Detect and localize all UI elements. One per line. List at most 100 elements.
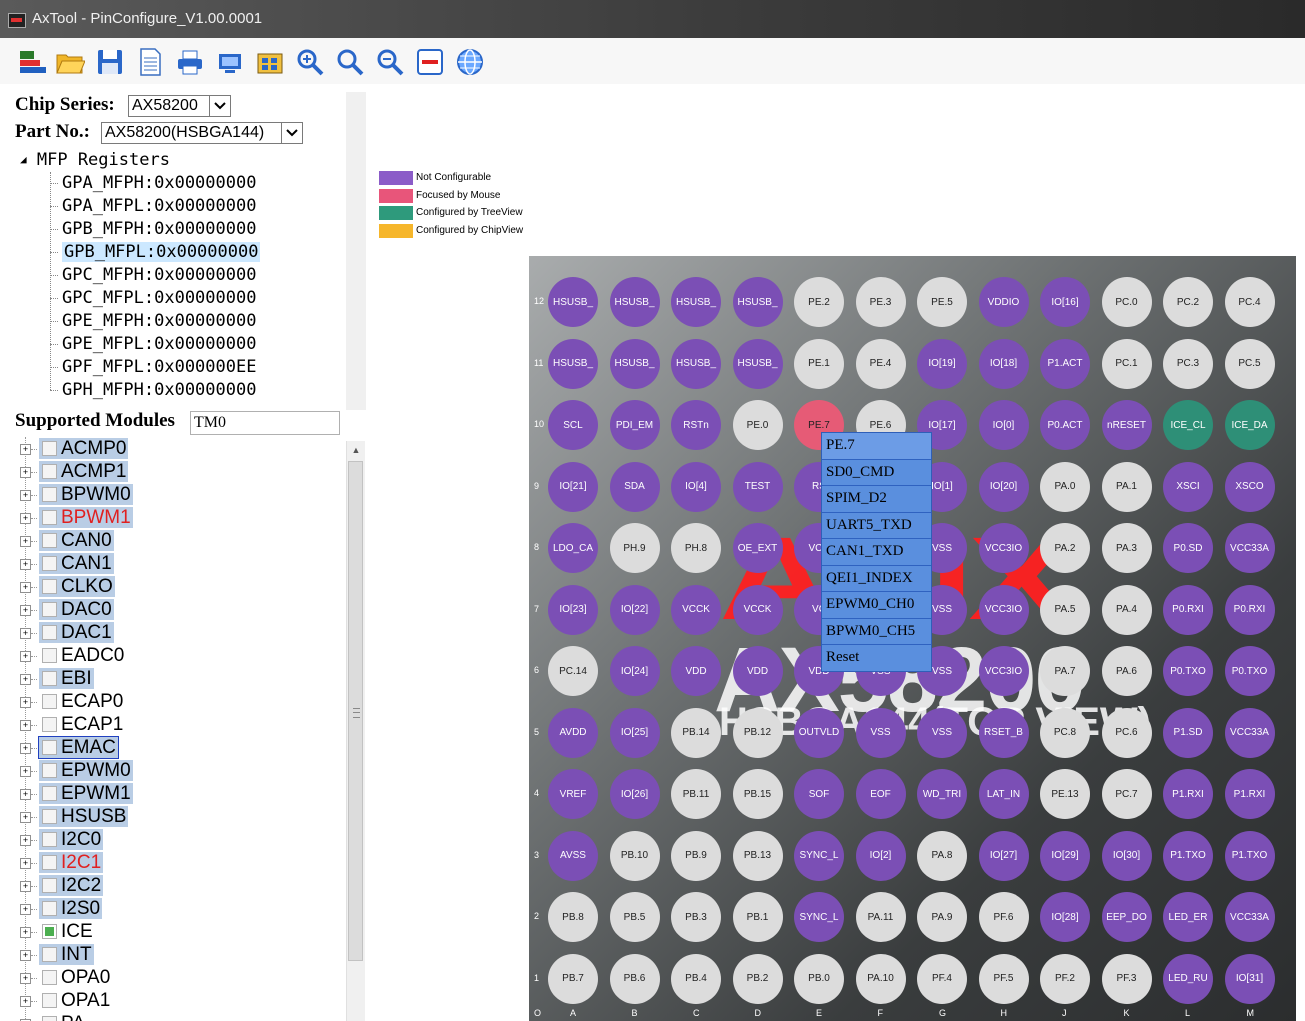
pin-C10[interactable]: RSTn xyxy=(671,400,721,450)
tree-item-register[interactable]: GPF_MFPL:0x000000EE xyxy=(48,356,260,379)
pin-D3[interactable]: PB.13 xyxy=(732,830,783,881)
menu-item-function[interactable]: CAN1_TXD xyxy=(822,539,931,566)
pin-M10[interactable]: ICE_DA xyxy=(1224,400,1275,450)
expand-icon[interactable]: + xyxy=(20,651,31,662)
expand-icon[interactable]: + xyxy=(20,467,31,478)
pin-E4[interactable]: SOF xyxy=(794,769,844,819)
pin-A1[interactable]: PB.7 xyxy=(548,953,598,1004)
pin-F12[interactable]: PE.3 xyxy=(855,277,906,327)
pin-M2[interactable]: VCC33A xyxy=(1224,892,1275,942)
pin-K11[interactable]: PC.1 xyxy=(1101,338,1152,389)
panel-splitter[interactable] xyxy=(346,92,366,410)
module-checkbox[interactable] xyxy=(42,579,57,594)
module-tree-item[interactable]: ICE + xyxy=(0,920,344,943)
pin-A11[interactable]: HSUSB_ xyxy=(548,338,598,389)
pin-B9[interactable]: SDA xyxy=(609,461,660,512)
module-tree-item[interactable]: HSUSB + xyxy=(0,805,344,828)
pin-L3[interactable]: P1.TXO xyxy=(1163,830,1213,881)
module-checkbox[interactable] xyxy=(42,855,57,870)
minus-icon[interactable] xyxy=(414,46,446,78)
module-tree-item[interactable]: CLKO + xyxy=(0,575,344,598)
pin-H4[interactable]: LAT_IN xyxy=(978,769,1029,819)
save-icon[interactable] xyxy=(94,46,126,78)
pin-H1[interactable]: PF.5 xyxy=(978,953,1029,1004)
expand-icon[interactable]: + xyxy=(20,927,31,938)
expand-icon[interactable]: + xyxy=(20,559,31,570)
expand-icon[interactable]: + xyxy=(20,605,31,616)
pin-C6[interactable]: VDD xyxy=(671,646,721,696)
pin-K8[interactable]: PA.3 xyxy=(1101,523,1152,573)
module-scrollbar[interactable]: ▲ xyxy=(346,441,365,1021)
pin-E12[interactable]: PE.2 xyxy=(794,277,844,327)
pin-M12[interactable]: PC.4 xyxy=(1224,277,1275,327)
pin-B10[interactable]: PDI_EM xyxy=(609,400,660,450)
pin-J9[interactable]: PA.0 xyxy=(1040,461,1090,512)
module-filter-input[interactable] xyxy=(190,411,340,435)
expand-icon[interactable]: + xyxy=(20,835,31,846)
pin-H10[interactable]: IO[0] xyxy=(978,400,1029,450)
pin-J6[interactable]: PA.7 xyxy=(1040,646,1090,696)
tree-item-register[interactable]: GPE_MFPH:0x00000000 xyxy=(48,310,260,333)
pin-L1[interactable]: LED_RU xyxy=(1163,953,1213,1004)
expand-icon[interactable]: + xyxy=(20,812,31,823)
chip-icon[interactable] xyxy=(254,46,286,78)
pin-M5[interactable]: VCC33A xyxy=(1224,707,1275,758)
module-tree-item[interactable]: ECAP1 + xyxy=(0,713,344,736)
pin-B5[interactable]: IO[25] xyxy=(609,707,660,758)
expand-icon[interactable]: + xyxy=(20,743,31,754)
pin-M6[interactable]: P0.TXO xyxy=(1224,646,1275,696)
pin-J2[interactable]: IO[28] xyxy=(1040,892,1090,942)
pin-K9[interactable]: PA.1 xyxy=(1101,461,1152,512)
pin-A3[interactable]: AVSS xyxy=(548,830,598,881)
module-tree-item[interactable]: OPA0 + xyxy=(0,966,344,989)
pin-K4[interactable]: PC.7 xyxy=(1101,769,1152,819)
pin-H5[interactable]: RSET_B xyxy=(978,707,1029,758)
pin-E2[interactable]: SYNC_L xyxy=(794,892,844,942)
expand-icon[interactable]: + xyxy=(20,697,31,708)
pin-J5[interactable]: PC.8 xyxy=(1040,707,1090,758)
module-checkbox[interactable] xyxy=(42,832,57,847)
pin-B1[interactable]: PB.6 xyxy=(609,953,660,1004)
module-tree-item[interactable]: BPWM0 + xyxy=(0,483,344,506)
pin-M4[interactable]: P1.RXI xyxy=(1224,769,1275,819)
pin-A10[interactable]: SCL xyxy=(548,400,598,450)
module-checkbox[interactable] xyxy=(42,464,57,479)
part-no-select[interactable]: AX58200(HSBGA144) xyxy=(101,122,303,144)
pin-C5[interactable]: PB.14 xyxy=(671,707,721,758)
module-checkbox[interactable] xyxy=(42,556,57,571)
pin-J12[interactable]: IO[16] xyxy=(1040,277,1090,327)
expand-icon[interactable]: + xyxy=(20,950,31,961)
pin-C1[interactable]: PB.4 xyxy=(671,953,721,1004)
pin-D12[interactable]: HSUSB_ xyxy=(732,277,783,327)
globe-icon[interactable] xyxy=(454,46,486,78)
pin-A8[interactable]: LDO_CA xyxy=(548,523,598,573)
pin-K2[interactable]: EEP_DO xyxy=(1101,892,1152,942)
pin-A9[interactable]: IO[21] xyxy=(548,461,598,512)
scrollbar-thumb[interactable] xyxy=(348,461,363,961)
menu-item-function[interactable]: UART5_TXD xyxy=(822,512,931,539)
pin-L5[interactable]: P1.SD xyxy=(1163,707,1213,758)
pin-K7[interactable]: PA.4 xyxy=(1101,584,1152,635)
pin-M1[interactable]: IO[31] xyxy=(1224,953,1275,1004)
pin-L9[interactable]: XSCI xyxy=(1163,461,1213,512)
collapse-triangle-icon[interactable]: ◢ xyxy=(20,153,27,166)
tree-item-register[interactable]: GPC_MFPH:0x00000000 xyxy=(48,264,260,287)
pin-C8[interactable]: PH.8 xyxy=(671,523,721,573)
module-tree-item[interactable]: CAN0 + xyxy=(0,529,344,552)
pin-L4[interactable]: P1.RXI xyxy=(1163,769,1213,819)
pin-C9[interactable]: IO[4] xyxy=(671,461,721,512)
pin-J7[interactable]: PA.5 xyxy=(1040,584,1090,635)
pin-H8[interactable]: VCC3IO xyxy=(978,523,1029,573)
document-icon[interactable] xyxy=(134,46,166,78)
pin-E11[interactable]: PE.1 xyxy=(794,338,844,389)
pin-K1[interactable]: PF.3 xyxy=(1101,953,1152,1004)
module-tree-item[interactable]: BPWM1 + xyxy=(0,506,344,529)
pin-A12[interactable]: HSUSB_ xyxy=(548,277,598,327)
scroll-up-arrow-icon[interactable]: ▲ xyxy=(347,441,365,459)
pin-B7[interactable]: IO[22] xyxy=(609,584,660,635)
menu-item-function[interactable]: QEI1_INDEX xyxy=(822,565,931,592)
module-checkbox[interactable] xyxy=(42,878,57,893)
expand-icon[interactable]: + xyxy=(20,674,31,685)
pin-D1[interactable]: PB.2 xyxy=(732,953,783,1004)
pin-D7[interactable]: VCCK xyxy=(732,584,783,635)
